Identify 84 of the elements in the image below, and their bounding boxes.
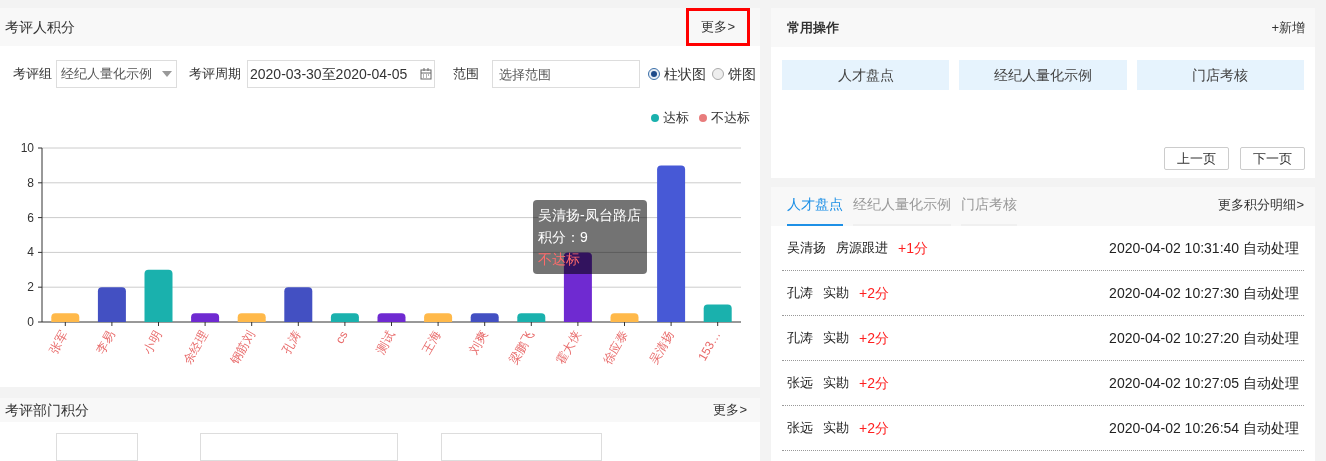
chart-bar [517,312,546,322]
chart-bar [144,269,173,322]
record-name: 张远 [787,374,813,393]
axis-tick-label: 8 [27,175,34,190]
range-input[interactable] [441,433,602,461]
radio-label: 柱状图 [664,64,706,84]
shortcut-button[interactable]: 人才盘点 [782,60,950,90]
chart-bar [610,312,639,322]
panel-title: 常用操作 [787,18,839,37]
record-time: 2020-04-02 10:27:30 自动处理 [1109,283,1299,303]
record-action: 实勘 [823,329,849,348]
axis-category-label: 王海 [419,328,444,356]
more-details-link[interactable]: 更多积分明细> [1218,194,1304,214]
radio-label: 饼图 [728,64,756,84]
record-action: 实勘 [823,374,849,393]
record-name: 张远 [787,419,813,438]
axis-category-label: 吴清扬 [646,328,677,367]
record-name: 孔涛 [787,329,813,348]
panel-title: 考评人积分 [5,17,75,37]
chart-bar [284,286,313,322]
field-label: 范围 [453,65,479,84]
axis-tick-label: 0 [27,314,34,329]
chart-bar [237,312,266,322]
record-points: +2分 [859,373,889,393]
chart-bar [191,312,220,322]
axis-tick-label: 10 [20,140,34,155]
next-page-button[interactable]: 下一页 [1240,147,1305,170]
axis-category-label: 霍大侠 [553,328,584,367]
record-points: +1分 [898,238,928,258]
radio-button[interactable] [648,68,660,80]
shortcut-button[interactable]: 门店考核 [1136,60,1304,90]
shortcut-button[interactable]: 经纪人量化示例 [959,60,1127,90]
chart-bar [470,312,499,322]
add-link[interactable]: +新增 [1271,17,1305,38]
record-points: +2分 [859,328,889,348]
axis-category-label: 张军 [46,328,71,356]
record-name: 吴清扬 [787,239,826,258]
legend-label: 不达标 [711,109,750,127]
axis-category-label: 孔涛 [279,328,304,356]
field-label: 考评周期 [189,65,241,84]
record-action: 实勘 [823,284,849,303]
record-time: 2020-04-02 10:27:05 自动处理 [1109,373,1299,393]
chart-bar [377,312,406,322]
chart-bar [703,304,732,322]
range-input[interactable]: 选择范围 [492,60,640,88]
record-time: 2020-04-02 10:26:54 自动处理 [1109,418,1299,438]
axis-category-label: 测试 [372,328,398,356]
more-link[interactable]: 更多> [710,398,750,422]
axis-category-label: cs [332,328,351,346]
date-range-field[interactable]: 2020-03-30至2020-04-05 [247,60,435,88]
dropdown-caret-icon [162,71,172,77]
axis-tick-label: 6 [27,210,34,225]
axis-category-label: 余经理 [180,328,211,367]
axis-category-label: 李易 [93,328,118,356]
axis-category-label: 刘爽 [466,328,491,356]
chart-bar [51,312,80,322]
panel-title: 考评部门积分 [5,400,89,420]
record-points: +2分 [859,418,889,438]
record-name: 孔涛 [787,284,813,303]
radio-button[interactable] [712,68,724,80]
record-points: +2分 [859,283,889,303]
record-action: 房源跟进 [836,239,888,258]
record-time: 2020-04-02 10:31:40 自动处理 [1109,238,1299,258]
axis-category-label: 小明 [139,328,165,356]
previous-page-button[interactable]: 上一页 [1164,147,1229,170]
legend-label: 达标 [663,109,689,127]
chart-bar [330,312,359,322]
calendar-icon [420,68,432,80]
chart-bar [424,312,453,322]
tooltip-score: 积分：9 [538,227,589,247]
more-link[interactable]: 更多> [686,8,750,46]
axis-category-label: 徐应泰 [599,328,631,367]
field-label: 考评组 [13,65,52,84]
tooltip-title: 吴清扬-凤台路店 [538,205,642,225]
record-time: 2020-04-02 10:27:20 自动处理 [1109,328,1299,348]
select-field[interactable] [56,433,138,461]
date-range-field[interactable] [200,433,398,461]
axis-category-label: 钢筋刘 [227,328,258,367]
axis-tick-label: 4 [27,244,34,259]
chart-bar [97,286,126,322]
axis-category-label: 梁鹏飞 [506,328,537,367]
axis-tick-label: 2 [27,279,34,294]
record-action: 实勘 [823,419,849,438]
group-select[interactable]: 经纪人量化示例 [56,60,177,88]
